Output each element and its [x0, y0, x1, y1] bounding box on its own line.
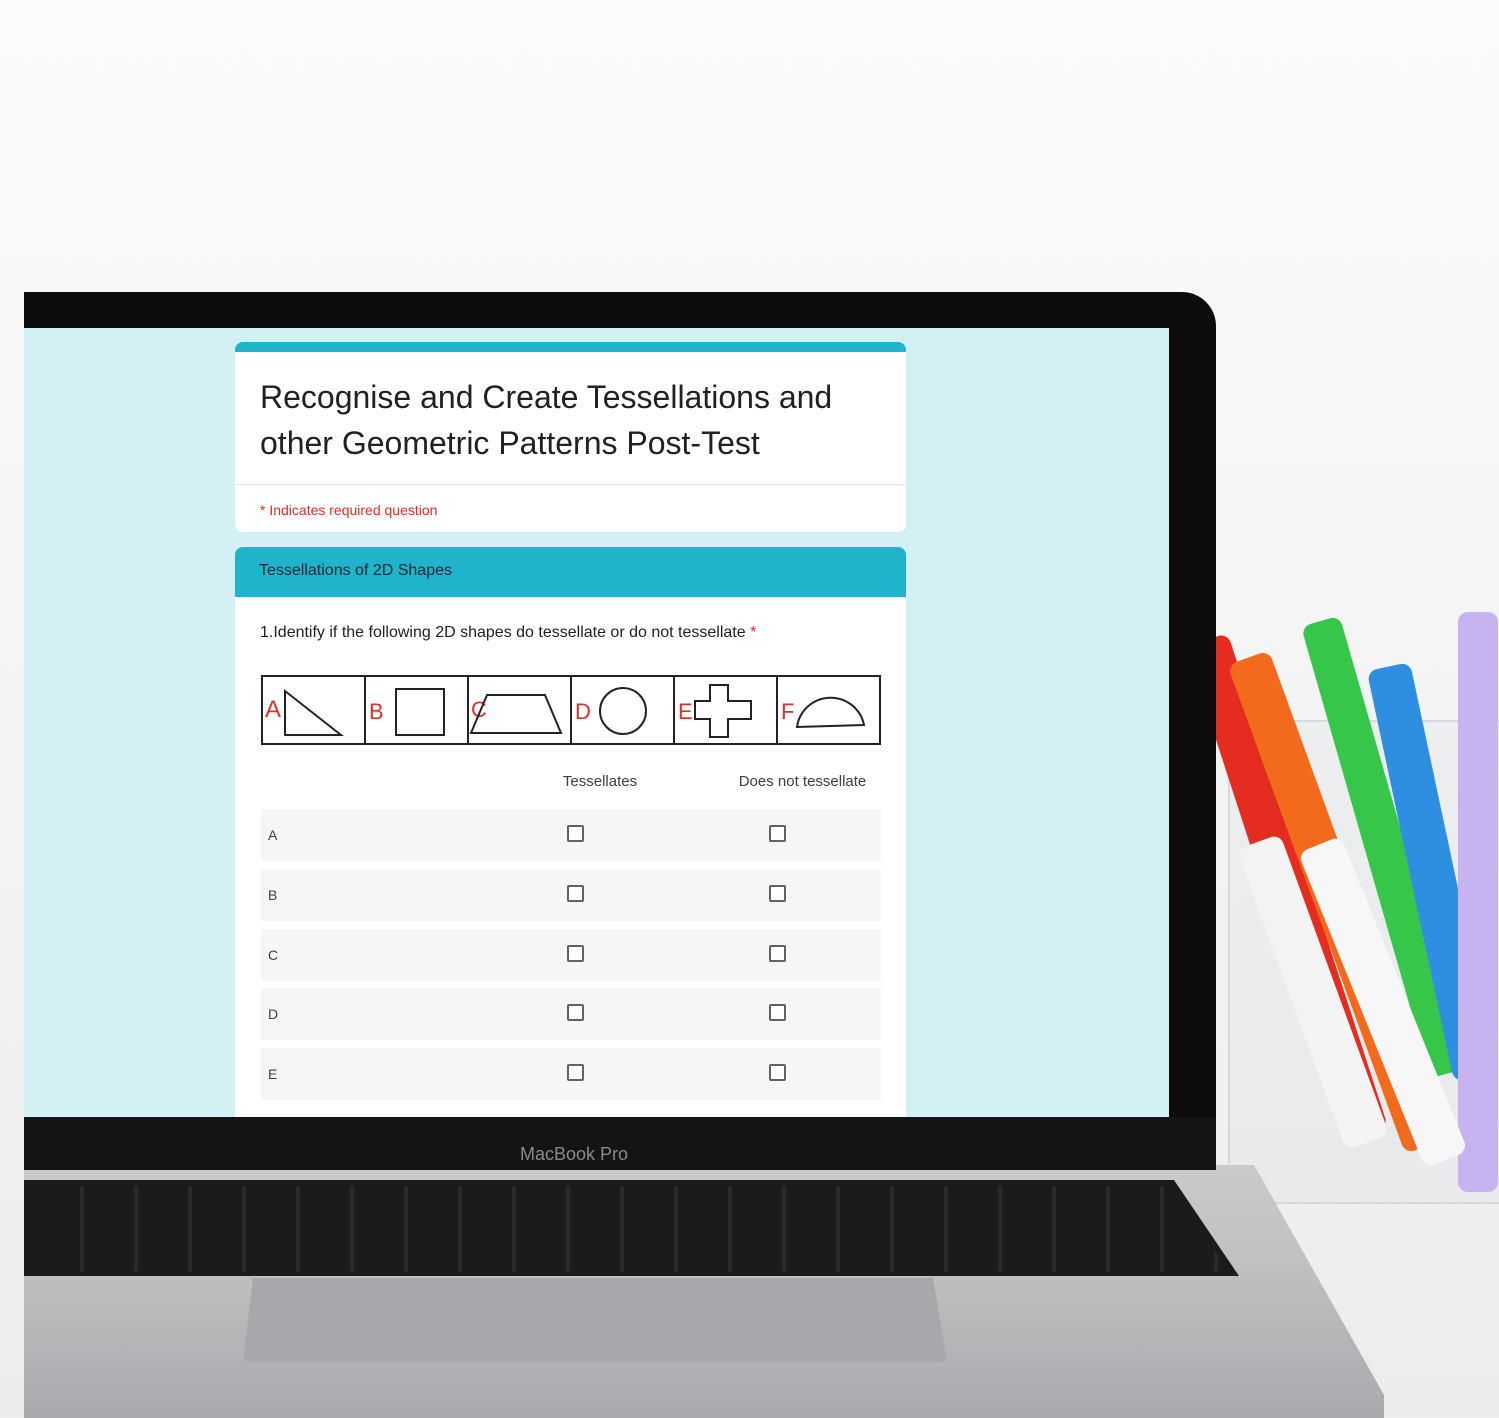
- section-header: Tessellations of 2D Shapes: [235, 547, 906, 597]
- header-divider: [235, 484, 906, 485]
- marker-cup: [1185, 612, 1499, 1204]
- row-label: E: [268, 1066, 278, 1082]
- row-label: D: [268, 1006, 279, 1022]
- purple-marker: [1458, 612, 1498, 1192]
- shape-label-e: E: [678, 699, 693, 724]
- scene: MacBook Pro Recognise and Create Tessell…: [0, 0, 1499, 1418]
- trackpad: [243, 1278, 947, 1362]
- column-header-tessellates: Tessellates: [562, 773, 638, 790]
- checkbox-a-does-not-tessellate[interactable]: [769, 825, 786, 842]
- grid-row-e: E: [261, 1048, 881, 1100]
- question-label: 1.Identify if the following 2D shapes do…: [260, 624, 746, 641]
- checkbox-c-tessellates[interactable]: [567, 945, 584, 962]
- keyboard-keys: [30, 1186, 1230, 1272]
- grid-row-c: C: [261, 929, 881, 981]
- shape-label-f: F: [781, 699, 794, 724]
- shape-label-d: D: [575, 699, 591, 724]
- section-title: Tessellations of 2D Shapes: [259, 562, 452, 579]
- required-star: *: [750, 624, 757, 641]
- checkbox-b-does-not-tessellate[interactable]: [769, 885, 786, 902]
- question-text: 1.Identify if the following 2D shapes do…: [260, 624, 756, 642]
- row-label: A: [268, 827, 278, 843]
- shape-label-b: B: [369, 699, 384, 724]
- laptop-screen: Recognise and Create Tessellations and o…: [24, 328, 1169, 1117]
- row-label: C: [268, 947, 279, 963]
- checkbox-d-does-not-tessellate[interactable]: [769, 1004, 786, 1021]
- grid-row-d: D: [261, 988, 881, 1040]
- brand-label: MacBook Pro: [519, 1144, 629, 1164]
- checkbox-e-does-not-tessellate[interactable]: [769, 1064, 786, 1081]
- checkbox-d-tessellates[interactable]: [567, 1004, 584, 1021]
- checkbox-a-tessellates[interactable]: [567, 825, 584, 842]
- column-header-does-not-tessellate: Does not tessellate: [738, 773, 867, 790]
- question-card: 1.Identify if the following 2D shapes do…: [235, 597, 906, 1117]
- checkbox-e-tessellates[interactable]: [567, 1064, 584, 1081]
- checkbox-c-does-not-tessellate[interactable]: [769, 945, 786, 962]
- shapes-image: A B C D E F: [261, 675, 881, 745]
- checkbox-b-tessellates[interactable]: [567, 885, 584, 902]
- grid-row-b: B: [261, 869, 881, 921]
- grid-row-a: A: [261, 809, 881, 861]
- required-note: * Indicates required question: [260, 502, 438, 518]
- form-header-card: Recognise and Create Tessellations and o…: [235, 342, 906, 532]
- row-label: B: [268, 887, 278, 903]
- shape-label-a: A: [265, 696, 281, 723]
- form-title: Recognise and Create Tessellations and o…: [260, 379, 833, 461]
